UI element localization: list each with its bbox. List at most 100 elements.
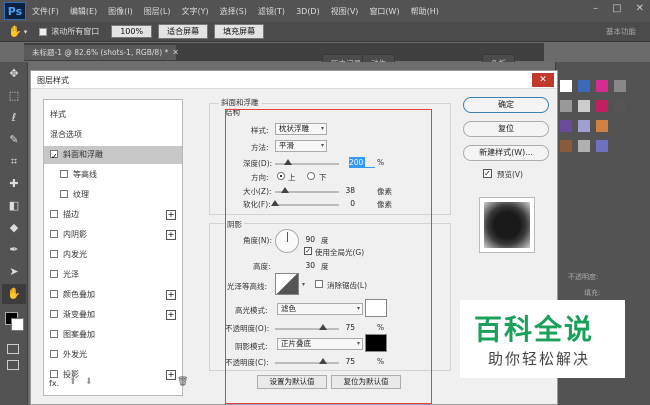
menu-view[interactable]: 视图(V) xyxy=(331,6,359,17)
preview-checkbox[interactable]: ✓ xyxy=(483,169,492,178)
photoshop-logo: Ps xyxy=(4,2,26,20)
close-window-button[interactable]: ✕ xyxy=(636,3,644,14)
fit-screen-button[interactable]: 适合屏幕 xyxy=(158,24,209,39)
layer-opacity-label: 不透明度: xyxy=(568,273,599,281)
marquee-tool-icon[interactable]: ⬚ xyxy=(2,86,26,106)
swatch[interactable] xyxy=(614,100,626,112)
add-style-icon[interactable]: + xyxy=(166,290,176,300)
quick-select-tool-icon[interactable]: ✎ xyxy=(2,130,26,150)
add-style-icon[interactable]: + xyxy=(166,370,176,380)
add-style-icon[interactable]: + xyxy=(166,230,176,240)
style-item-label: 斜面和浮雕 xyxy=(63,150,103,159)
style-checkbox[interactable] xyxy=(50,349,58,358)
swatch[interactable] xyxy=(560,100,572,112)
style-item-8[interactable]: 光泽 xyxy=(44,266,182,284)
menu-help[interactable]: 帮助(H) xyxy=(411,6,439,17)
move-up-icon[interactable]: ⬆ xyxy=(69,377,77,387)
style-item-label: 描边 xyxy=(63,210,79,219)
lasso-tool-icon[interactable]: ℓ xyxy=(2,108,26,128)
style-item-0[interactable]: 样式 xyxy=(44,106,182,124)
close-tab-icon[interactable]: ✕ xyxy=(172,48,179,57)
reset-button[interactable]: 复位 xyxy=(463,121,549,137)
add-style-icon[interactable]: + xyxy=(166,310,176,320)
swatch[interactable] xyxy=(614,80,626,92)
pen-tool-icon[interactable]: ✒ xyxy=(2,240,26,260)
style-item-5[interactable]: 描边 + xyxy=(44,206,182,224)
style-checkbox[interactable] xyxy=(50,269,58,278)
style-item-2[interactable]: 斜面和浮雕 xyxy=(44,146,182,166)
new-style-button[interactable]: 新建样式(W)... xyxy=(463,145,549,161)
swatch[interactable] xyxy=(560,140,572,152)
menu-3d[interactable]: 3D(D) xyxy=(296,7,320,16)
swatch[interactable] xyxy=(560,80,572,92)
document-tab[interactable]: 未标题-1 @ 82.6% (shots-1, RGB/8) * xyxy=(24,44,177,60)
fill-screen-button[interactable]: 填充屏幕 xyxy=(214,24,265,39)
style-checkbox[interactable] xyxy=(60,169,68,178)
style-item-label: 等高线 xyxy=(73,170,97,179)
add-style-icon[interactable]: + xyxy=(166,210,176,220)
menu-filter[interactable]: 滤镜(T) xyxy=(258,6,285,17)
tool-preset-dropdown-icon[interactable]: ▾ xyxy=(24,28,28,36)
style-checkbox[interactable] xyxy=(50,148,58,166)
style-item-6[interactable]: 内阴影 + xyxy=(44,226,182,244)
menu-edit[interactable]: 编辑(E) xyxy=(70,6,97,17)
hand-tool-icon-side[interactable]: ✋ xyxy=(2,284,26,304)
dialog-close-button[interactable]: ✕ xyxy=(532,73,554,87)
eraser-tool-icon[interactable]: ◧ xyxy=(2,196,26,216)
style-checkbox[interactable] xyxy=(50,369,58,378)
style-item-label: 样式 xyxy=(50,110,66,119)
healing-tool-icon[interactable]: ✚ xyxy=(2,174,26,194)
style-checkbox[interactable] xyxy=(50,249,58,258)
style-checkbox[interactable] xyxy=(50,329,58,338)
menu-image[interactable]: 图像(I) xyxy=(108,6,133,17)
swatch[interactable] xyxy=(578,140,590,152)
style-preview-thumbnail xyxy=(479,197,535,253)
background-color[interactable] xyxy=(11,318,24,331)
style-checkbox[interactable] xyxy=(60,189,68,198)
maximize-button[interactable]: □ xyxy=(612,3,621,14)
style-item-1[interactable]: 混合选项 xyxy=(44,126,182,144)
path-select-tool-icon[interactable]: ➤ xyxy=(2,262,26,282)
menu-select[interactable]: 选择(S) xyxy=(220,6,247,17)
minimize-button[interactable]: – xyxy=(593,3,598,14)
menu-window[interactable]: 窗口(W) xyxy=(369,6,399,17)
swatch[interactable] xyxy=(596,140,608,152)
workspace-select[interactable]: 基本功能 xyxy=(606,26,636,37)
move-down-icon[interactable]: ⬇ xyxy=(85,377,93,387)
menu-type[interactable]: 文字(Y) xyxy=(181,6,208,17)
style-item-4[interactable]: 纹理 xyxy=(44,186,182,204)
layer-fill-label: 填充: xyxy=(584,289,601,297)
menu-file[interactable]: 文件(F) xyxy=(32,6,59,17)
swatch[interactable] xyxy=(578,100,590,112)
scroll-all-checkbox[interactable] xyxy=(39,27,48,36)
swatch[interactable] xyxy=(560,120,572,132)
screen-mode-icon[interactable] xyxy=(7,360,19,370)
style-item-7[interactable]: 内发光 xyxy=(44,246,182,264)
style-item-10[interactable]: 渐变叠加 + xyxy=(44,306,182,324)
blur-tool-icon[interactable]: ◆ xyxy=(2,218,26,238)
quick-mask-icon[interactable] xyxy=(7,344,19,354)
menu-layer[interactable]: 图层(L) xyxy=(144,6,171,17)
style-item-13[interactable]: 投影 + xyxy=(44,366,182,384)
fx-label[interactable]: fx. xyxy=(49,379,59,388)
style-checkbox[interactable] xyxy=(50,229,58,238)
style-checkbox[interactable] xyxy=(50,209,58,218)
style-item-label: 外发光 xyxy=(63,350,87,359)
swatch[interactable] xyxy=(578,120,590,132)
style-checkbox[interactable] xyxy=(50,309,58,318)
swatch[interactable] xyxy=(596,120,608,132)
swatch[interactable] xyxy=(596,100,608,112)
style-item-12[interactable]: 外发光 xyxy=(44,346,182,364)
move-tool-icon[interactable]: ✥ xyxy=(2,64,26,84)
style-item-9[interactable]: 颜色叠加 + xyxy=(44,286,182,304)
swatch[interactable] xyxy=(596,80,608,92)
style-item-3[interactable]: 等高线 xyxy=(44,166,182,184)
ok-button[interactable]: 确定 xyxy=(463,97,549,113)
crop-tool-icon[interactable]: ⌗ xyxy=(2,152,26,172)
swatch[interactable] xyxy=(578,80,590,92)
style-item-11[interactable]: 图案叠加 xyxy=(44,326,182,344)
style-checkbox[interactable] xyxy=(50,289,58,298)
delete-icon[interactable]: 🗑 xyxy=(177,377,188,387)
zoom-100-button[interactable]: 100% xyxy=(111,25,153,38)
watermark: 百科全说 助你轻松解决 xyxy=(460,300,625,378)
